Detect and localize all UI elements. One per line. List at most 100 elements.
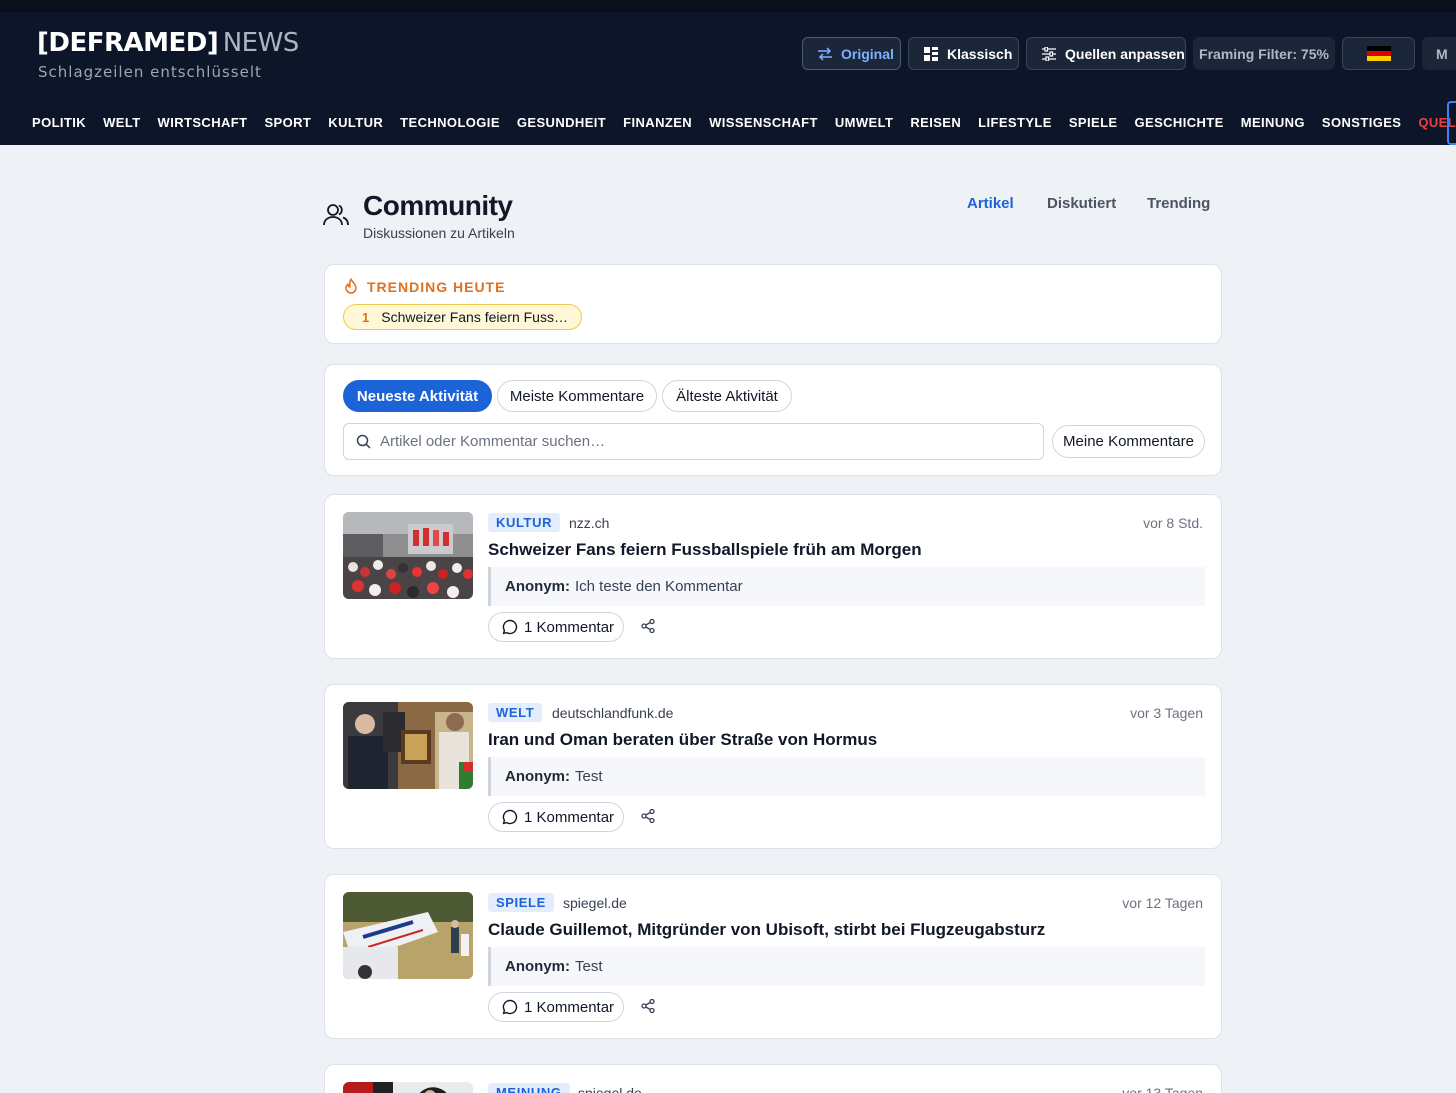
comment-author: Anonym: [505, 768, 570, 785]
swap-icon [818, 46, 832, 61]
comments-button[interactable]: 1 Kommentar [488, 992, 624, 1022]
more-label: M [1436, 45, 1448, 62]
share-icon[interactable] [641, 809, 655, 823]
sort-newest-button[interactable]: Neueste Aktivität [343, 380, 492, 412]
article-title[interactable]: Iran und Oman beraten über Straße von Ho… [488, 730, 877, 750]
page-subtitle: Diskussionen zu Artikeln [363, 225, 515, 241]
logo-tagline: Schlagzeilen entschlüsselt [38, 63, 262, 81]
framing-filter-label: Framing Filter: 75% [1199, 45, 1329, 62]
nav-spiele[interactable]: SPIELE [1069, 114, 1118, 132]
comment-bubble-icon [502, 619, 518, 635]
nav-overflow-edge [1447, 101, 1456, 145]
share-icon[interactable] [641, 619, 655, 633]
nav-politik[interactable]: POLITIK [32, 114, 86, 132]
comments-count: 1 Kommentar [524, 808, 615, 826]
tab-diskutiert[interactable]: Diskutiert [1047, 195, 1116, 212]
comments-count: 1 Kommentar [524, 998, 615, 1016]
nav-reisen[interactable]: REISEN [910, 114, 961, 132]
comment-text: Test [575, 768, 603, 785]
article-title[interactable]: Claude Guillemot, Mitgründer von Ubisoft… [488, 920, 1045, 940]
filter-card: Neueste Aktivität Meiste Kommentare Älte… [324, 364, 1222, 476]
trending-label: TRENDING HEUTE [367, 279, 506, 295]
browser-strip [0, 0, 1456, 12]
klassisch-label: Klassisch [947, 45, 1013, 62]
article-card[interactable]: KULTUR nzz.ch vor 8 Std. Schweizer Fans … [324, 494, 1222, 659]
trending-card: TRENDING HEUTE 1 Schweizer Fans feiern F… [324, 264, 1222, 344]
quellen-anpassen-label: Quellen anpassen [1065, 45, 1185, 62]
category-badge[interactable]: WELT [488, 703, 543, 722]
original-label: Original [841, 45, 894, 62]
my-comments-button[interactable]: Meine Kommentare [1052, 425, 1205, 458]
share-icon[interactable] [641, 999, 655, 1013]
language-button[interactable] [1342, 37, 1415, 70]
nav-kultur[interactable]: KULTUR [328, 114, 383, 132]
article-thumbnail[interactable] [343, 702, 473, 789]
nav-wissenschaft[interactable]: WISSENSCHAFT [709, 114, 818, 132]
nav-finanzen[interactable]: FINANZEN [623, 114, 692, 132]
comment-text: Ich teste den Kommentar [575, 578, 743, 595]
search-icon [356, 434, 371, 449]
nav-geschichte[interactable]: GESCHICHTE [1134, 114, 1223, 132]
article-thumbnail[interactable] [343, 1082, 473, 1093]
users-icon [323, 204, 349, 226]
timestamp: vor 12 Tagen [1122, 895, 1203, 911]
comment-bubble-icon [502, 809, 518, 825]
comments-button[interactable]: 1 Kommentar [488, 802, 624, 832]
sliders-icon [1042, 46, 1056, 61]
page-title: Community [363, 190, 513, 221]
flame-icon [345, 278, 357, 294]
sort-most-comments-button[interactable]: Meiste Kommentare [497, 380, 657, 412]
article-card[interactable]: SPIELE spiegel.de vor 12 Tagen Claude Gu… [324, 874, 1222, 1039]
article-thumbnail[interactable] [343, 892, 473, 979]
german-flag-icon [1366, 45, 1391, 62]
comments-button[interactable]: 1 Kommentar [488, 612, 624, 642]
comments-count: 1 Kommentar [524, 618, 615, 636]
article-card[interactable]: MEINUNG spiegel.de vor 13 Tagen [324, 1064, 1222, 1093]
latest-comment: Anonym: Test [488, 947, 1205, 986]
tab-trending[interactable]: Trending [1147, 195, 1210, 212]
category-nav: POLITIK WELT WIRTSCHAFT SPORT KULTUR TEC… [32, 114, 1456, 132]
nav-sport[interactable]: SPORT [264, 114, 311, 132]
comment-bubble-icon [502, 999, 518, 1015]
layout-icon [924, 46, 938, 61]
klassisch-button[interactable]: Klassisch [908, 37, 1019, 70]
top-header: [DEFRAMED] NEWS Schlagzeilen entschlüsse… [0, 0, 1456, 145]
timestamp: vor 13 Tagen [1122, 1085, 1203, 1093]
nav-technologie[interactable]: TECHNOLOGIE [400, 114, 500, 132]
latest-comment: Anonym: Ich teste den Kommentar [488, 567, 1205, 606]
more-button[interactable]: M [1422, 37, 1456, 70]
source-label: nzz.ch [569, 515, 610, 531]
nav-sonstiges[interactable]: SONSTIGES [1322, 114, 1401, 132]
logo-news: NEWS [222, 28, 300, 58]
source-label: spiegel.de [563, 895, 627, 911]
nav-wirtschaft[interactable]: WIRTSCHAFT [158, 114, 248, 132]
category-badge[interactable]: SPIELE [488, 893, 554, 912]
logo-wordmark: [DEFRAMED] [37, 28, 219, 58]
trending-item[interactable]: 1 Schweizer Fans feiern Fuss… [343, 304, 582, 330]
article-card[interactable]: WELT deutschlandfunk.de vor 3 Tagen Iran… [324, 684, 1222, 849]
trending-rank: 1 [362, 309, 370, 325]
framing-filter-button[interactable]: Framing Filter: 75% [1193, 37, 1335, 70]
timestamp: vor 3 Tagen [1130, 705, 1203, 721]
quellen-anpassen-button[interactable]: Quellen anpassen [1026, 37, 1186, 70]
nav-gesundheit[interactable]: GESUNDHEIT [517, 114, 606, 132]
nav-umwelt[interactable]: UMWELT [835, 114, 893, 132]
original-button[interactable]: Original [802, 37, 901, 70]
source-label: spiegel.de [578, 1085, 642, 1093]
sort-oldest-button[interactable]: Älteste Aktivität [662, 380, 792, 412]
comment-author: Anonym: [505, 958, 570, 975]
category-badge[interactable]: KULTUR [488, 513, 561, 532]
article-thumbnail[interactable] [343, 512, 473, 599]
tab-artikel[interactable]: Artikel [967, 195, 1014, 212]
comment-text: Test [575, 958, 603, 975]
nav-lifestyle[interactable]: LIFESTYLE [978, 114, 1052, 132]
site-logo[interactable]: [DEFRAMED] NEWS [37, 30, 299, 56]
source-label: deutschlandfunk.de [552, 705, 674, 721]
search-input[interactable] [380, 433, 1000, 450]
trending-title: Schweizer Fans feiern Fuss… [381, 309, 568, 325]
nav-welt[interactable]: WELT [103, 114, 140, 132]
nav-meinung[interactable]: MEINUNG [1241, 114, 1305, 132]
category-badge[interactable]: MEINUNG [488, 1083, 570, 1093]
article-title[interactable]: Schweizer Fans feiern Fussballspiele frü… [488, 540, 922, 560]
latest-comment: Anonym: Test [488, 757, 1205, 796]
